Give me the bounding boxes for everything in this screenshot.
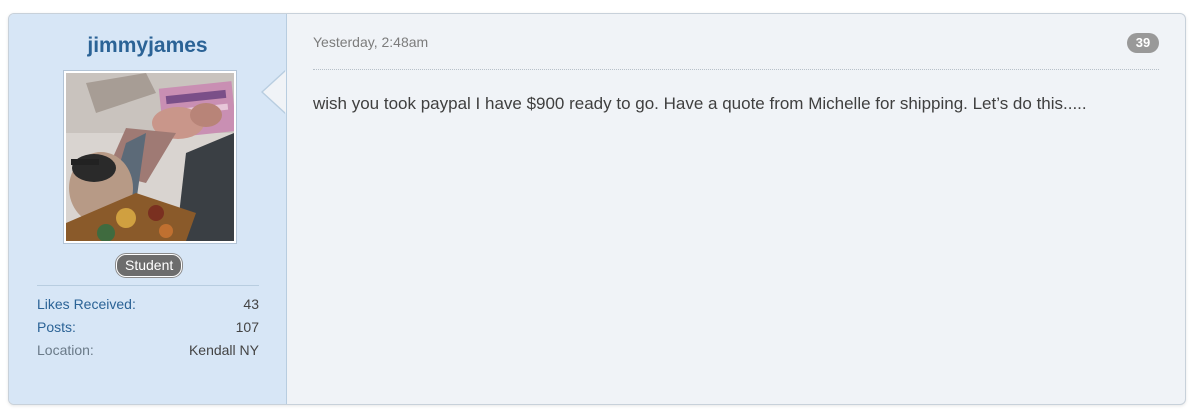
location-label: Location: xyxy=(37,342,94,358)
author-sidebar: jimmyjames Student Likes Received: 43 Po… xyxy=(9,14,287,404)
stat-likes-received: Likes Received: 43 xyxy=(37,293,259,316)
avatar[interactable] xyxy=(63,70,237,244)
post-header-divider xyxy=(313,69,1159,70)
location-value[interactable]: Kendall NY xyxy=(189,339,259,362)
post-content: Yesterday, 2:48am 39 wish you took paypa… xyxy=(287,14,1185,404)
stat-location: Location: Kendall NY xyxy=(37,339,259,362)
likes-received-link[interactable]: Likes Received: xyxy=(37,293,136,316)
stat-posts: Posts: 107 xyxy=(37,316,259,339)
post-timestamp[interactable]: Yesterday, 2:48am xyxy=(313,34,428,50)
user-role-badge: Student xyxy=(116,254,183,277)
post-number-badge[interactable]: 39 xyxy=(1127,33,1159,53)
username-link[interactable]: jimmyjames xyxy=(9,34,286,58)
forum-post: jimmyjames Student Likes Received: 43 Po… xyxy=(8,13,1186,405)
post-message: wish you took paypal I have $900 ready t… xyxy=(313,94,1087,113)
likes-received-value: 43 xyxy=(243,296,259,312)
speech-arrow xyxy=(263,71,286,113)
posts-link[interactable]: Posts: xyxy=(37,316,76,339)
posts-value: 107 xyxy=(235,319,259,335)
author-stats: Likes Received: 43 Posts: 107 Location: … xyxy=(37,293,259,362)
sidebar-divider xyxy=(37,285,259,286)
avatar-image xyxy=(66,73,234,241)
